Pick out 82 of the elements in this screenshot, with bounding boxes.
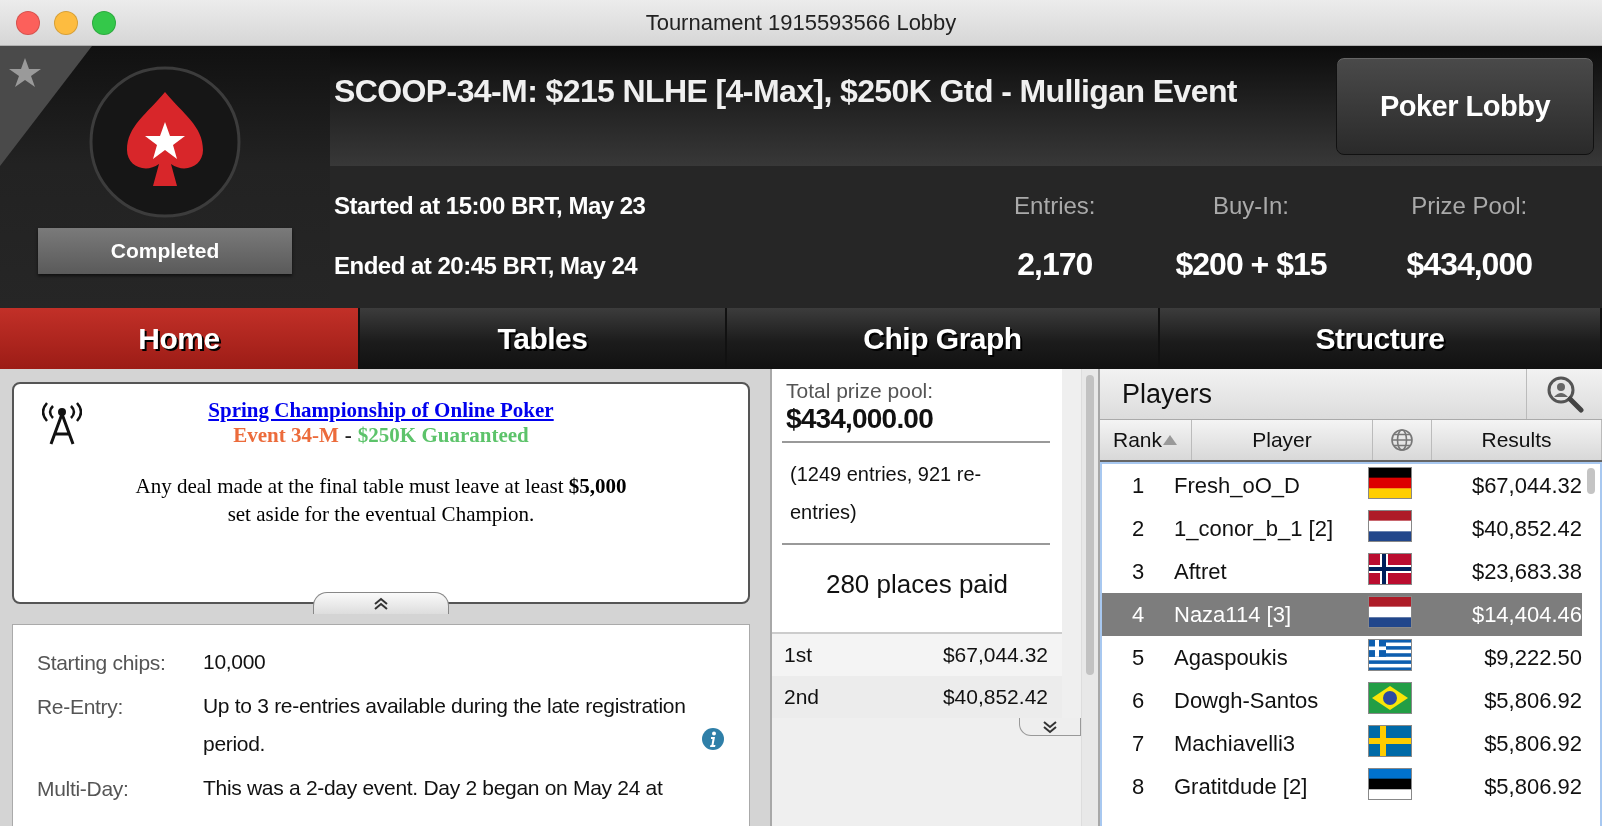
rank-cell-text: 1 (1130, 472, 1146, 499)
flag-icon (1368, 595, 1412, 628)
player-name: Aftret (1174, 558, 1228, 585)
player-name: 1_conor_b_1 [2] (1174, 515, 1335, 542)
close-button[interactable] (16, 10, 40, 35)
rank-cell-text: 2 (1130, 515, 1146, 542)
info-icon[interactable] (701, 727, 725, 751)
entries-text: (1249 entries, 921 re-entries) (790, 463, 982, 523)
column-header[interactable]: Player (1192, 420, 1373, 460)
player-name: Dowgh-Santos (1174, 687, 1320, 714)
flag-icon (1368, 552, 1412, 585)
news-link[interactable]: Spring Championship of Online Poker (208, 398, 554, 423)
result-cell-text: $5,806.92 (1483, 730, 1582, 757)
payout-amount: $40,852.42 (942, 685, 1048, 709)
player-name: Naza114 [3] (1174, 601, 1292, 628)
event-name: Event 34-M (233, 423, 339, 448)
double-chevron-icon (1041, 719, 1059, 734)
flag-icon (1368, 638, 1412, 671)
result-cell-text: $23,683.38 (1470, 558, 1582, 585)
favorite-star-icon[interactable] (0, 46, 92, 166)
result-cell-text: $40,852.42 (1470, 515, 1582, 542)
prize-pool-total: $434,000.00 (786, 403, 934, 435)
tournament-title: SCOOP-34-M: $215 NLHE [4-Max], $250K Gtd - Mulligan Event (334, 72, 1237, 110)
expand-button[interactable] (1019, 718, 1081, 736)
player-name: Gratitdude [2] (1174, 773, 1309, 800)
flag-icon (1368, 466, 1412, 499)
stat-label: Prize Pool: (1411, 191, 1528, 220)
prize-pool-label: Total prize pool: (786, 379, 935, 403)
collapse-button[interactable] (313, 592, 449, 614)
double-chevron-icon (372, 596, 390, 611)
detail-label: Multi-Day: (37, 777, 130, 802)
search-icon (1545, 375, 1584, 413)
result-cell-text: $9,222.50 (1483, 644, 1582, 671)
tab[interactable]: Home (0, 308, 360, 369)
scrollbar-thumb[interactable] (1587, 468, 1595, 494)
result-cell-text: $14,404.46 (1470, 601, 1582, 628)
player-name: Fresh_oO_D (1174, 472, 1301, 499)
player-name: Agaspoukis (1174, 644, 1289, 671)
status-ribbon: Completed (38, 228, 292, 274)
antenna-icon (42, 402, 82, 446)
news-message: Any deal made at the final table must leave at least $5,000 set aside for the eventual Champion. (134, 473, 628, 528)
rank-cell-text: 5 (1130, 644, 1146, 671)
rank-cell-text: 6 (1130, 687, 1146, 714)
window-title: Tournament 1915593566 Lobby (645, 9, 957, 36)
result-cell-text: $67,044.32 (1470, 472, 1582, 499)
stat-value: 2,170 (1017, 245, 1093, 283)
detail-value: Up to 3 re-entries available during the late registration period. (203, 693, 687, 757)
detail-value: This was a 2-day event. Day 2 began on May 24 at (203, 775, 663, 801)
flag-icon (1368, 509, 1412, 542)
minimize-button[interactable] (54, 10, 78, 35)
poker-lobby-button[interactable]: Poker Lobby (1336, 57, 1594, 155)
result-cell-text: $5,806.92 (1483, 773, 1582, 800)
player-name: Machiavelli3 (1174, 730, 1297, 757)
column-header[interactable]: Rank (1100, 420, 1192, 460)
scrollbar-thumb[interactable] (1086, 375, 1094, 675)
players-title: Players (1121, 377, 1214, 411)
result-cell-text: $5,806.92 (1483, 687, 1582, 714)
rank-cell-text: 7 (1130, 730, 1146, 757)
detail-label: Re-Entry: (37, 695, 124, 720)
guarantee-text: $250K Guaranteed (357, 423, 529, 448)
rank-cell-text: 3 (1130, 558, 1146, 585)
stat-value: $434,000 (1406, 245, 1532, 283)
stat-label: Buy-In: (1213, 191, 1289, 220)
rank-cell-text: 8 (1130, 773, 1146, 800)
globe-icon (1390, 428, 1414, 452)
zoom-button[interactable] (92, 10, 116, 35)
payout-place: 2nd (784, 685, 820, 709)
rank-cell-text: 4 (1130, 601, 1146, 628)
detail-label: Starting chips: (37, 651, 167, 676)
flag-icon (1368, 724, 1412, 757)
stat-value: $200 + $15 (1175, 245, 1327, 283)
start-time: Started at 15:00 BRT, May 23 (334, 192, 646, 220)
flag-icon (1368, 767, 1412, 800)
player-row[interactable]: 4 Naza114 [3] $14,404.46 (1102, 593, 1582, 636)
column-header[interactable]: Results (1432, 420, 1602, 460)
payout-amount: $67,044.32 (942, 643, 1048, 667)
flag-icon (1368, 681, 1412, 714)
end-time: Ended at 20:45 BRT, May 24 (334, 252, 639, 280)
detail-value: 10,000 (203, 649, 266, 675)
stat-label: Entries: (1014, 191, 1096, 220)
separator: - (344, 423, 352, 448)
payout-place: 1st (784, 643, 812, 667)
